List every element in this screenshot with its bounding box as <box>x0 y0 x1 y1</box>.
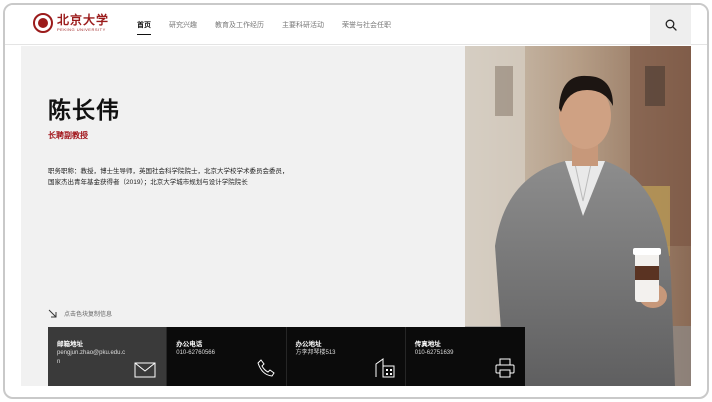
copy-hint[interactable]: 点击色块复制信息 <box>48 309 112 318</box>
building-icon <box>375 358 395 378</box>
profile-title: 长聘副教授 <box>48 131 88 140</box>
logo-text-cn: 北京大学 <box>57 13 110 27</box>
contact-label: 办公电话 <box>176 341 203 348</box>
site-header: 北京大学 PEKING UNIVERSITY 首页 研究兴趣 教育及工作经历 主… <box>5 5 707 45</box>
contact-card-email[interactable]: 邮箱地址 pengjun.zhao@pku.edu.cn <box>48 327 168 386</box>
bio-line-1: 职务职称：教授，博士生导师，英国社会科学院院士，北京大学校学术委员会委员， <box>48 168 289 175</box>
contact-label: 传真地址 <box>414 341 441 348</box>
nav-item-honors[interactable]: 荣誉与社会任职 <box>342 20 391 30</box>
search-icon <box>665 19 677 31</box>
contact-card-fax[interactable]: 传真地址 010-62751639 <box>405 327 525 386</box>
seal-icon <box>33 13 53 33</box>
contact-label: 办公地址 <box>295 341 322 348</box>
contact-value: 010-62751639 <box>414 350 454 356</box>
mail-icon <box>134 362 156 378</box>
contact-label: 邮箱地址 <box>57 341 83 348</box>
contact-value: pengjun.zhao@pku.edu.cn <box>57 350 126 365</box>
arrow-down-right-icon <box>48 309 57 318</box>
copy-hint-text: 点击色块复制信息 <box>64 312 113 318</box>
browser-frame: 北京大学 PEKING UNIVERSITY 首页 研究兴趣 教育及工作经历 主… <box>3 3 709 399</box>
contact-card-office[interactable]: 办公地址 方李邦琴楼513 <box>286 327 406 386</box>
search-button[interactable] <box>650 5 691 45</box>
nav-item-research-activities[interactable]: 主要科研活动 <box>282 20 324 30</box>
profile-bio: 职务职称：教授，博士生导师，英国社会科学院院士，北京大学校学术委员会委员， 国家… <box>48 166 348 188</box>
contact-strip: 邮箱地址 pengjun.zhao@pku.edu.cn 办公电话 010-62… <box>48 327 525 386</box>
phone-icon <box>256 359 275 377</box>
nav-item-home[interactable]: 首页 <box>137 20 151 35</box>
main-nav: 首页 研究兴趣 教育及工作经历 主要科研活动 荣誉与社会任职 <box>137 5 409 45</box>
university-logo[interactable]: 北京大学 PEKING UNIVERSITY <box>33 13 109 33</box>
logo-text-en: PEKING UNIVERSITY <box>57 27 106 32</box>
contact-card-phone[interactable]: 办公电话 010-62760566 <box>167 327 287 386</box>
contact-value: 方李邦琴楼513 <box>295 350 336 356</box>
profile-name: 陈长伟 <box>48 97 120 123</box>
printer-icon <box>495 358 515 378</box>
bio-line-2: 国家杰出青年基金获得者（2019）；北京大学城市规划与设计学院院长 <box>48 179 248 186</box>
contact-value: 010-62760566 <box>176 350 215 356</box>
nav-item-education-work[interactable]: 教育及工作经历 <box>215 20 264 30</box>
nav-item-research-interests[interactable]: 研究兴趣 <box>169 20 197 30</box>
